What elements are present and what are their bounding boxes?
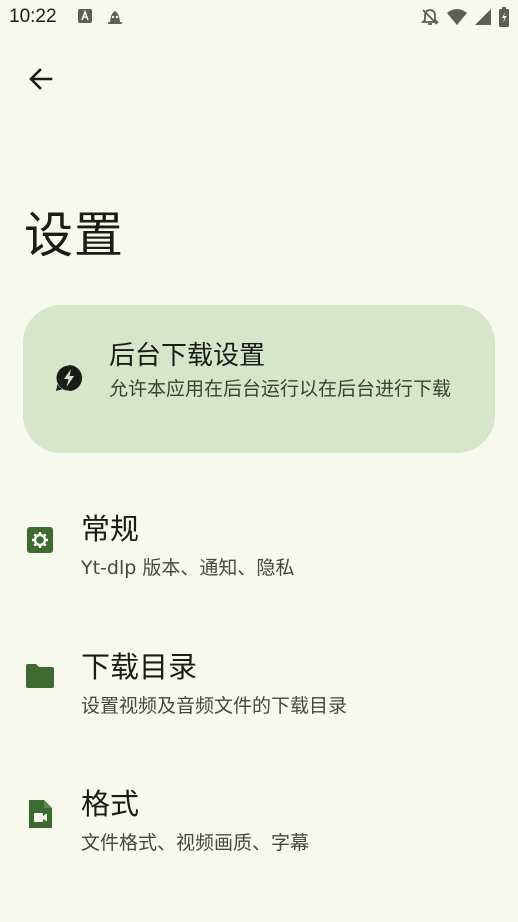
setting-item-general[interactable]: 常规 Yt-dlp 版本、通知、隐私 xyxy=(0,500,518,600)
setting-item-download-directory[interactable]: 下载目录 设置视频及音频文件的下载目录 xyxy=(0,638,518,738)
folder-icon xyxy=(24,660,56,692)
do-not-disturb-icon xyxy=(420,7,440,31)
setting-title-general: 常规 xyxy=(81,512,140,546)
status-bar: 10:22 xyxy=(0,0,518,36)
setting-desc-download-directory: 设置视频及音频文件的下载目录 xyxy=(81,695,348,717)
setting-desc-general: Yt-dlp 版本、通知、隐私 xyxy=(81,557,295,579)
app-notification-icon xyxy=(106,8,124,30)
setting-title-format: 格式 xyxy=(81,787,140,821)
font-notification-icon xyxy=(77,8,93,30)
battery-icon xyxy=(498,7,510,31)
status-time: 10:22 xyxy=(9,6,57,27)
background-download-description: 允许本应用在后台运行以在后台进行下载 xyxy=(109,378,452,400)
setting-item-format[interactable]: 格式 文件格式、视频画质、字幕 xyxy=(0,775,518,875)
setting-title-download-directory: 下载目录 xyxy=(81,650,198,684)
signal-icon xyxy=(474,8,492,30)
bolt-icon xyxy=(54,363,84,393)
gear-icon xyxy=(24,524,56,556)
back-button[interactable] xyxy=(20,60,62,102)
status-right-icons xyxy=(420,7,510,31)
video-file-icon xyxy=(24,798,56,830)
background-download-title: 后台下载设置 xyxy=(109,341,266,371)
status-left-icons xyxy=(77,8,124,30)
wifi-icon xyxy=(446,8,468,30)
arrow-back-icon xyxy=(27,65,55,97)
background-download-card[interactable]: 后台下载设置 允许本应用在后台运行以在后台进行下载 xyxy=(23,305,495,453)
page-title: 设置 xyxy=(24,207,125,264)
setting-desc-format: 文件格式、视频画质、字幕 xyxy=(81,832,310,854)
